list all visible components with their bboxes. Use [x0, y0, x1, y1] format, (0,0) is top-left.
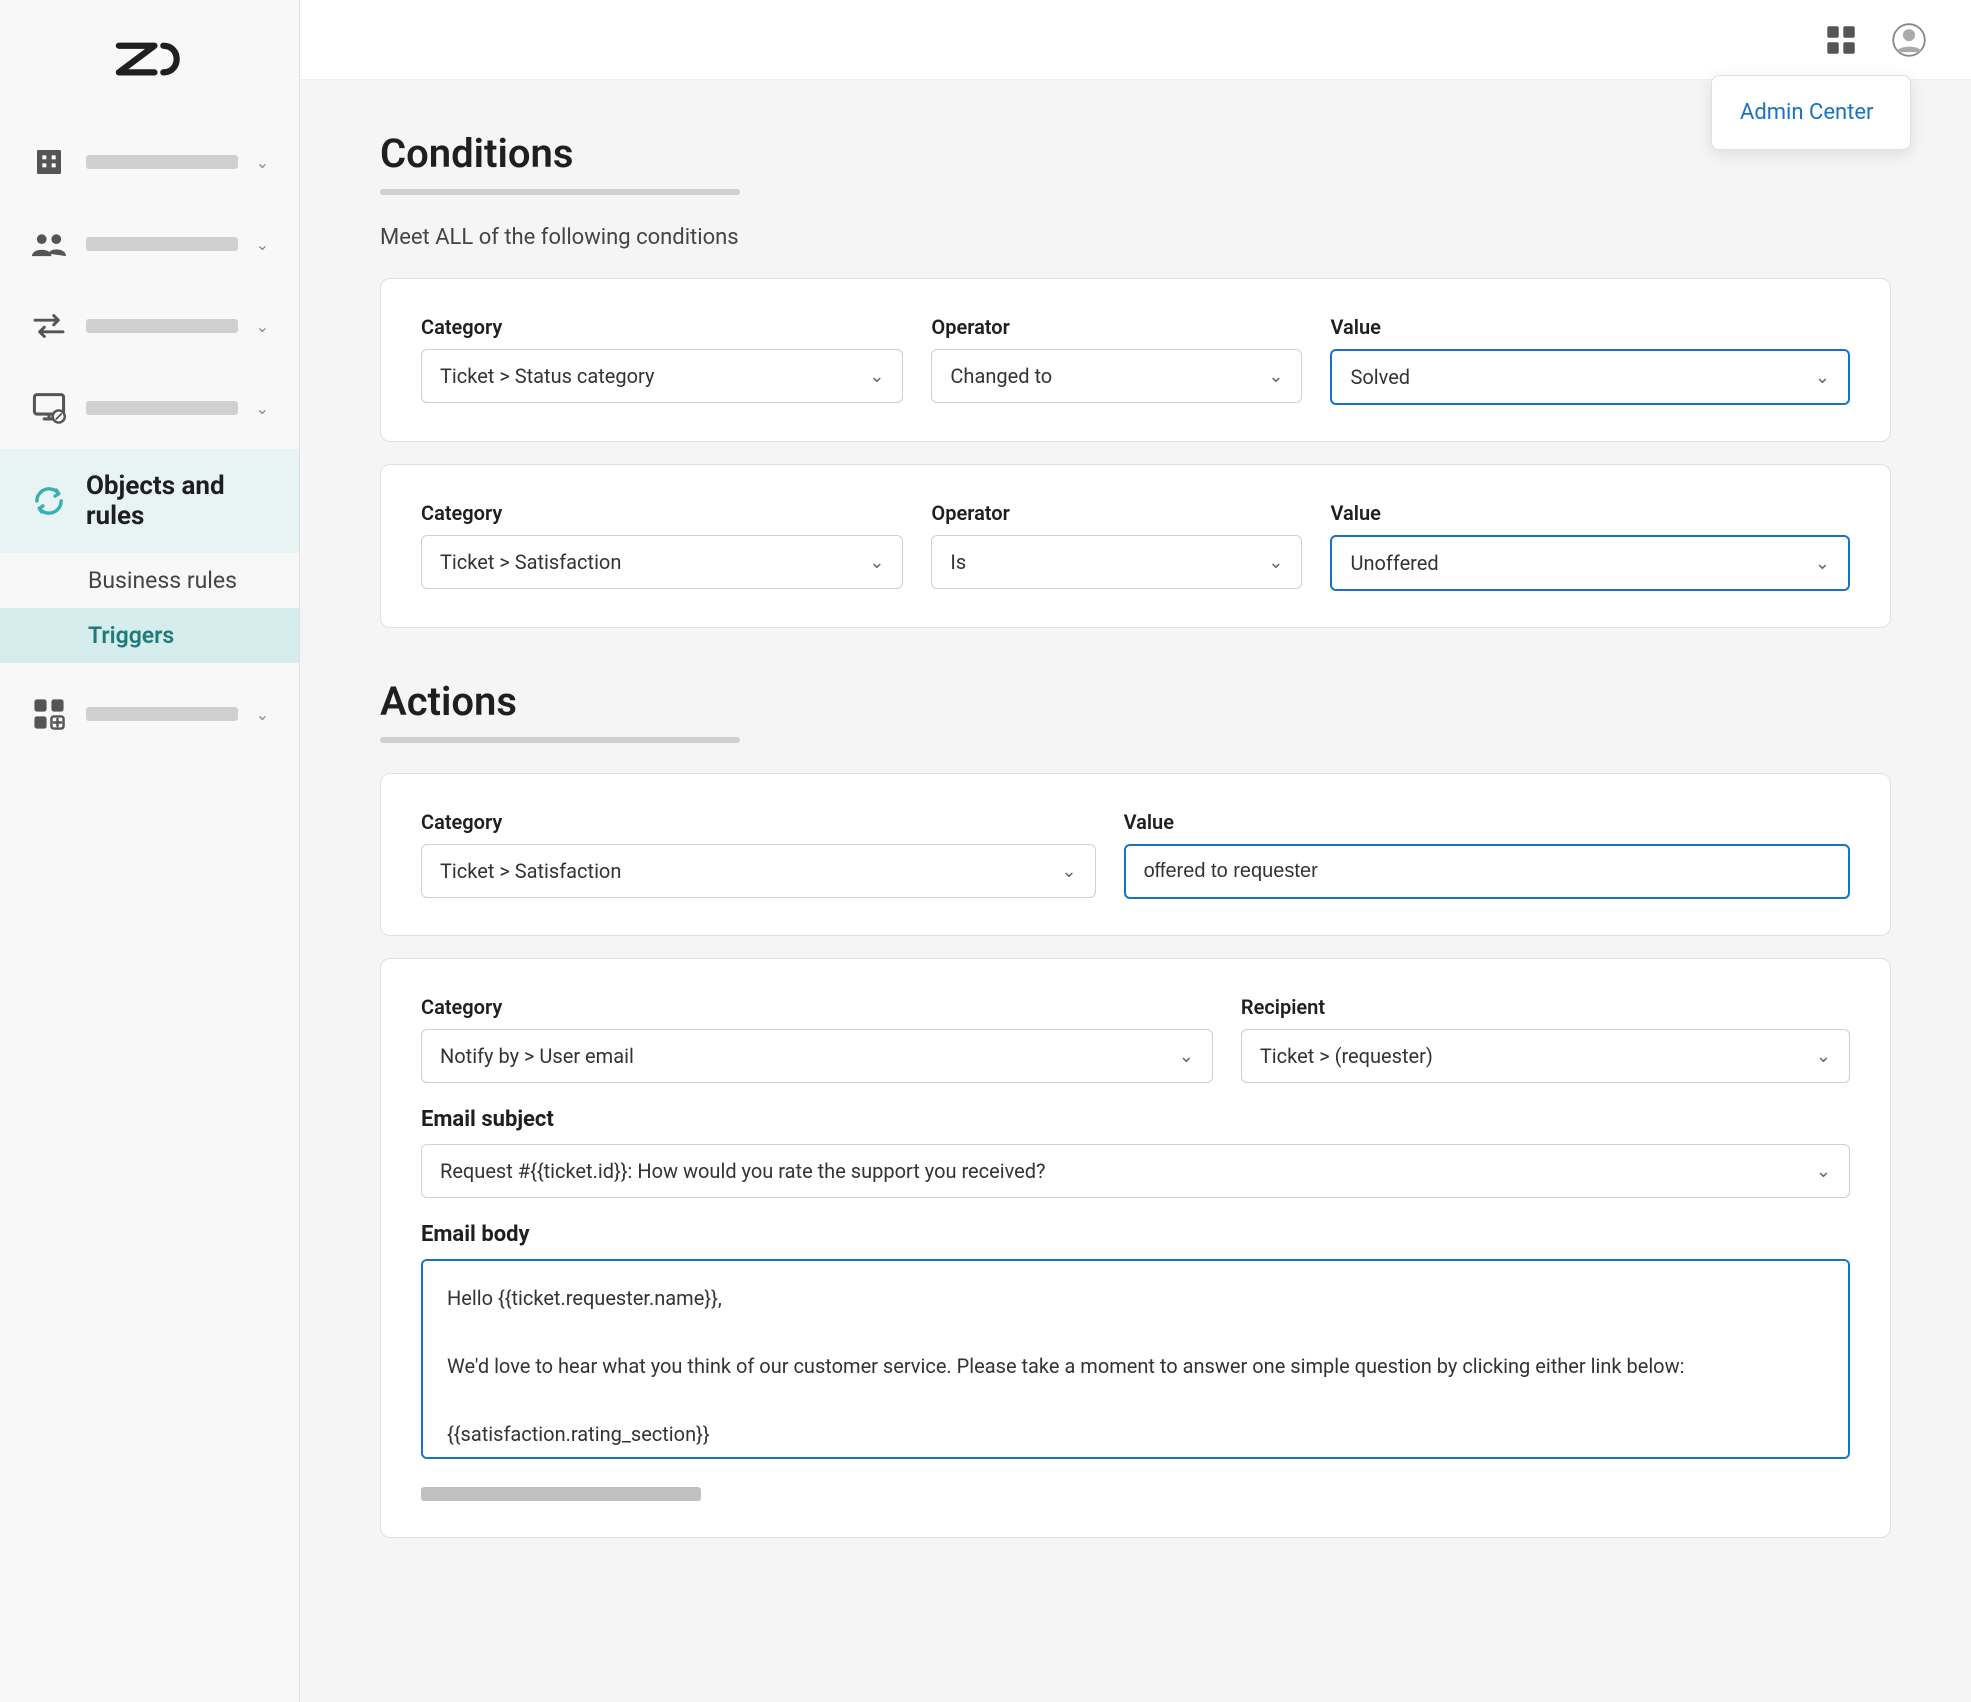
arrows-icon — [30, 307, 68, 345]
action-1-category-group: Category Ticket > Satisfaction ⌄ — [421, 810, 1096, 898]
chevron-down-icon: ⌄ — [256, 235, 269, 254]
logo-area — [0, 0, 299, 121]
email-body-group: Email body Hello {{ticket.requester.name… — [421, 1222, 1850, 1463]
condition-2-category-group: Category Ticket > Satisfaction ⌄ — [421, 501, 903, 589]
action-2-category-select[interactable]: Notify by > User email ⌄ — [421, 1029, 1213, 1083]
chevron-down-icon: ⌄ — [256, 153, 269, 172]
condition-1-value-label: Value — [1330, 315, 1850, 339]
action-2-recipient-label: Recipient — [1241, 995, 1850, 1019]
condition-2-operator-group: Operator Is ⌄ — [931, 501, 1302, 589]
zendesk-logo — [110, 36, 190, 91]
condition-row-2: Category Ticket > Satisfaction ⌄ Operato… — [380, 464, 1891, 628]
action-row-2: Category Notify by > User email ⌄ Recipi… — [380, 958, 1891, 1538]
chevron-down-icon: ⌄ — [1815, 553, 1830, 574]
sidebar-item-workspaces[interactable]: ⌄ — [0, 367, 299, 449]
actions-progress-bar — [380, 737, 740, 743]
chevron-down-icon: ⌄ — [1268, 552, 1283, 573]
nav-label-bar — [86, 401, 238, 415]
sidebar: ⌄ ⌄ ⌄ — [0, 0, 300, 1702]
condition-fields-1: Category Ticket > Status category ⌄ Oper… — [421, 315, 1850, 405]
chevron-down-icon: ⌄ — [869, 366, 884, 387]
chevron-down-icon: ⌄ — [1179, 1046, 1194, 1067]
sidebar-navigation: ⌄ ⌄ ⌄ — [0, 121, 299, 1702]
action-1-value-input[interactable] — [1124, 844, 1850, 899]
actions-section: Actions Category Ticket > Satisfaction ⌄… — [380, 678, 1891, 1538]
email-body-label: Email body — [421, 1222, 1850, 1247]
action-1-value-label: Value — [1124, 810, 1850, 834]
sub-navigation: Business rules Triggers — [0, 553, 299, 673]
email-body-textarea[interactable]: Hello {{ticket.requester.name}}, We'd lo… — [421, 1259, 1850, 1459]
chevron-down-icon: ⌄ — [1816, 1161, 1831, 1182]
bottom-scrollbar — [421, 1487, 701, 1501]
action-1-category-label: Category — [421, 810, 1096, 834]
actions-title: Actions — [380, 678, 1891, 725]
sidebar-item-objects-and-rules[interactable]: Objects and rules — [0, 449, 299, 553]
email-subject-select[interactable]: Request #{{ticket.id}}: How would you ra… — [421, 1144, 1850, 1198]
conditions-title: Conditions — [380, 130, 1891, 177]
chevron-down-icon: ⌄ — [869, 552, 884, 573]
chevron-down-icon: ⌄ — [1816, 1046, 1831, 1067]
chevron-down-icon: ⌄ — [256, 705, 269, 724]
action-2-category-label: Category — [421, 995, 1213, 1019]
condition-1-value-group: Value Solved ⌄ — [1330, 315, 1850, 405]
chevron-down-icon: ⌄ — [256, 317, 269, 336]
condition-fields-2: Category Ticket > Satisfaction ⌄ Operato… — [421, 501, 1850, 591]
nav-label-bar — [86, 319, 238, 333]
condition-1-operator-label: Operator — [931, 315, 1302, 339]
condition-1-category-label: Category — [421, 315, 903, 339]
action-fields-1: Category Ticket > Satisfaction ⌄ Value — [421, 810, 1850, 899]
action-1-category-select[interactable]: Ticket > Satisfaction ⌄ — [421, 844, 1096, 898]
apps-grid-button[interactable] — [1819, 18, 1863, 62]
objects-rules-icon — [30, 482, 68, 520]
condition-1-category-group: Category Ticket > Status category ⌄ — [421, 315, 903, 403]
condition-2-value-select[interactable]: Unoffered ⌄ — [1330, 535, 1850, 591]
action-1-value-group: Value — [1124, 810, 1850, 899]
chevron-down-icon: ⌄ — [256, 399, 269, 418]
condition-1-operator-group: Operator Changed to ⌄ — [931, 315, 1302, 403]
action-fields-2: Category Notify by > User email ⌄ Recipi… — [421, 995, 1850, 1083]
sidebar-item-apps-and-integrations[interactable]: ⌄ — [0, 673, 299, 755]
people-icon — [30, 225, 68, 263]
condition-2-value-label: Value — [1330, 501, 1850, 525]
conditions-progress-bar — [380, 189, 740, 195]
condition-2-value-group: Value Unoffered ⌄ — [1330, 501, 1850, 591]
condition-1-category-select[interactable]: Ticket > Status category ⌄ — [421, 349, 903, 403]
sidebar-item-buildings[interactable]: ⌄ — [0, 121, 299, 203]
user-avatar-button[interactable] — [1887, 18, 1931, 62]
condition-row-1: Category Ticket > Status category ⌄ Oper… — [380, 278, 1891, 442]
chevron-down-icon: ⌄ — [1268, 366, 1283, 387]
condition-1-value-select[interactable]: Solved ⌄ — [1330, 349, 1850, 405]
admin-center-link[interactable]: Admin Center — [1712, 84, 1910, 141]
condition-2-category-label: Category — [421, 501, 903, 525]
topbar — [300, 0, 1971, 80]
sidebar-item-channels[interactable]: ⌄ — [0, 285, 299, 367]
nav-label-bar — [86, 237, 238, 251]
admin-center-dropdown: Admin Center — [1711, 75, 1911, 150]
email-subject-group: Email subject Request #{{ticket.id}}: Ho… — [421, 1107, 1850, 1198]
chevron-down-icon: ⌄ — [1815, 367, 1830, 388]
sidebar-item-business-rules[interactable]: Business rules — [0, 553, 299, 608]
apps-add-icon — [30, 695, 68, 733]
condition-2-category-select[interactable]: Ticket > Satisfaction ⌄ — [421, 535, 903, 589]
action-2-recipient-group: Recipient Ticket > (requester) ⌄ — [1241, 995, 1850, 1083]
action-2-recipient-select[interactable]: Ticket > (requester) ⌄ — [1241, 1029, 1850, 1083]
monitor-icon — [30, 389, 68, 427]
email-subject-label: Email subject — [421, 1107, 1850, 1132]
building-icon — [30, 143, 68, 181]
condition-1-operator-select[interactable]: Changed to ⌄ — [931, 349, 1302, 403]
condition-2-operator-select[interactable]: Is ⌄ — [931, 535, 1302, 589]
page-content: Conditions Meet ALL of the following con… — [300, 80, 1971, 1702]
conditions-section: Conditions Meet ALL of the following con… — [380, 130, 1891, 628]
conditions-subtitle: Meet ALL of the following conditions — [380, 225, 1891, 250]
condition-2-operator-label: Operator — [931, 501, 1302, 525]
action-2-category-group: Category Notify by > User email ⌄ — [421, 995, 1213, 1083]
sidebar-item-objects-and-rules-label: Objects and rules — [86, 471, 269, 531]
nav-label-bar — [86, 155, 238, 169]
nav-label-bar — [86, 707, 238, 721]
action-row-1: Category Ticket > Satisfaction ⌄ Value — [380, 773, 1891, 936]
sidebar-item-triggers[interactable]: Triggers — [0, 608, 299, 663]
sidebar-item-people[interactable]: ⌄ — [0, 203, 299, 285]
chevron-down-icon: ⌄ — [1061, 861, 1076, 882]
